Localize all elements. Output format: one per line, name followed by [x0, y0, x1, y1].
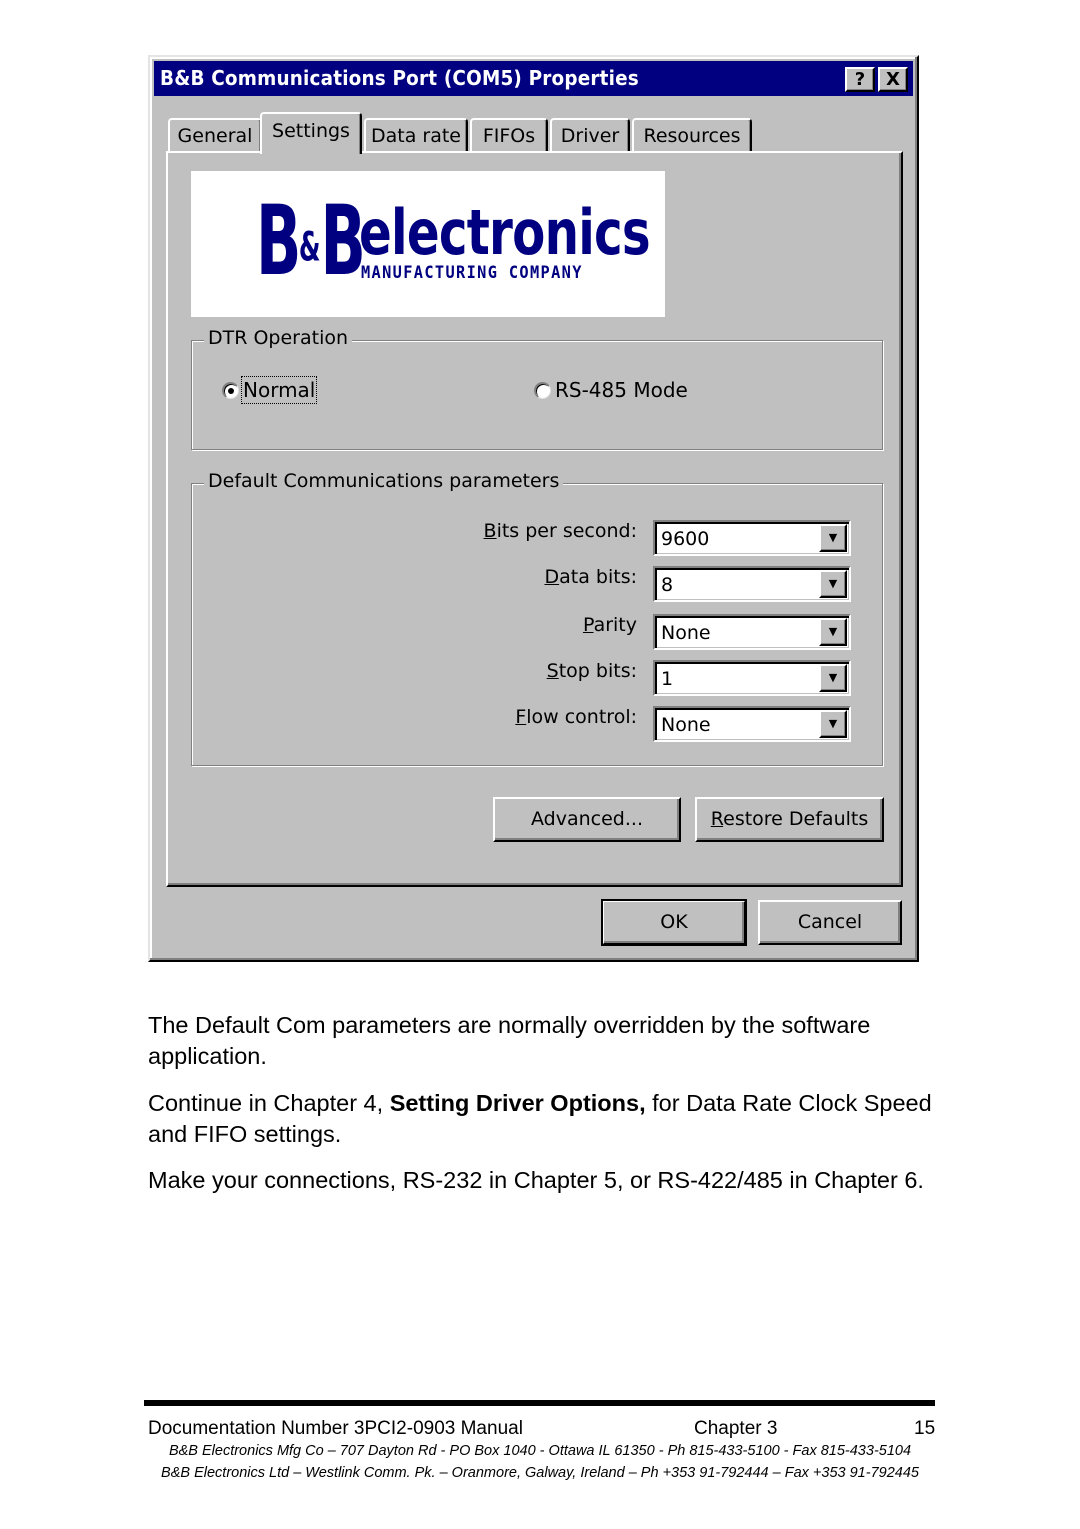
ok-button[interactable]: OK — [601, 899, 747, 946]
stop-bits-value: 1 — [661, 668, 674, 690]
dropdown-arrow-icon[interactable]: ▼ — [819, 524, 847, 552]
help-icon: ? — [854, 69, 866, 90]
footer-chapter: Chapter 3 — [694, 1418, 778, 1439]
parity-select[interactable]: None ▼ — [653, 614, 851, 650]
radio-normal-label: Normal — [240, 376, 318, 404]
dropdown-arrow-icon[interactable]: ▼ — [819, 664, 847, 692]
tab-fifos[interactable]: FIFOs — [470, 118, 548, 152]
radio-unchecked-icon — [534, 381, 551, 399]
flow-control-value: None — [661, 714, 711, 736]
bits-per-second-value: 9600 — [661, 528, 710, 550]
tab-settings[interactable]: Settings — [260, 112, 362, 154]
dropdown-arrow-icon[interactable]: ▼ — [819, 618, 847, 646]
footer-address-us: B&B Electronics Mfg Co – 707 Dayton Rd -… — [168, 1443, 912, 1459]
radio-normal[interactable]: Normal — [222, 376, 318, 404]
help-button[interactable]: ? — [845, 67, 875, 92]
default-comm-params-group: Default Communications parameters Bits p… — [191, 470, 883, 766]
logo-bb-mark: B&B — [256, 185, 366, 297]
restore-defaults-button[interactable]: Restore Defaults — [695, 797, 884, 842]
data-bits-select[interactable]: 8 ▼ — [653, 566, 851, 602]
bold-section-ref: Setting Driver Options, — [389, 1090, 646, 1116]
flow-control-label: Flow control: — [515, 706, 637, 728]
bits-per-second-select[interactable]: 9600 ▼ — [653, 520, 851, 556]
parity-value: None — [661, 622, 711, 644]
radio-checked-icon — [222, 381, 239, 399]
footer-page-number: 15 — [914, 1418, 936, 1439]
footer-address-ireland: B&B Electronics Ltd – Westlink Comm. Pk.… — [161, 1465, 919, 1481]
dialog-title: B&B Communications Port (COM5) Propertie… — [160, 66, 639, 90]
logo-subtitle: MANUFACTURING COMPANY — [361, 263, 583, 283]
stop-bits-label: Stop bits: — [546, 660, 637, 682]
close-icon: X — [886, 69, 900, 90]
dropdown-arrow-icon[interactable]: ▼ — [819, 570, 847, 598]
radio-rs485-label: RS-485 Mode — [555, 378, 688, 402]
flow-control-select[interactable]: None ▼ — [653, 706, 851, 742]
dtr-operation-label: DTR Operation — [204, 327, 353, 349]
radio-rs485-mode[interactable]: RS-485 Mode — [534, 378, 688, 402]
properties-dialog: B&B Communications Port (COM5) Propertie… — [148, 55, 919, 962]
bits-per-second-label: Bits per second: — [483, 520, 637, 542]
parity-label: Parity — [582, 614, 637, 636]
paragraph-connections: Make your connections, RS-232 in Chapter… — [148, 1167, 924, 1193]
data-bits-value: 8 — [661, 574, 674, 596]
paragraph-default-com: The Default Com parameters are normally … — [148, 1012, 871, 1069]
logo-wordmark: electronics — [359, 196, 651, 269]
advanced-button[interactable]: Advanced... — [493, 797, 681, 842]
default-comm-params-label: Default Communications parameters — [204, 470, 564, 492]
title-bar[interactable]: B&B Communications Port (COM5) Propertie… — [154, 61, 913, 96]
stop-bits-select[interactable]: 1 ▼ — [653, 660, 851, 696]
footer-doc-number: Documentation Number 3PCI2-0903 Manual — [148, 1418, 523, 1439]
footer-rule — [144, 1400, 935, 1406]
settings-panel: B&B electronics MANUFACTURING COMPANY DT… — [166, 151, 903, 887]
close-button[interactable]: X — [878, 67, 908, 92]
dropdown-arrow-icon[interactable]: ▼ — [819, 710, 847, 738]
tab-resources[interactable]: Resources — [632, 118, 752, 152]
tab-driver[interactable]: Driver — [550, 118, 630, 152]
data-bits-label: Data bits: — [544, 566, 637, 588]
dtr-operation-group: DTR Operation Normal RS-485 Mode — [191, 327, 883, 450]
bb-electronics-logo: B&B electronics MANUFACTURING COMPANY — [191, 171, 665, 317]
cancel-button[interactable]: Cancel — [758, 900, 902, 945]
tab-data-rate[interactable]: Data rate — [364, 118, 468, 152]
tab-general[interactable]: General — [168, 118, 262, 152]
paragraph-continue: Continue in Chapter 4, Setting Driver Op… — [148, 1090, 932, 1147]
